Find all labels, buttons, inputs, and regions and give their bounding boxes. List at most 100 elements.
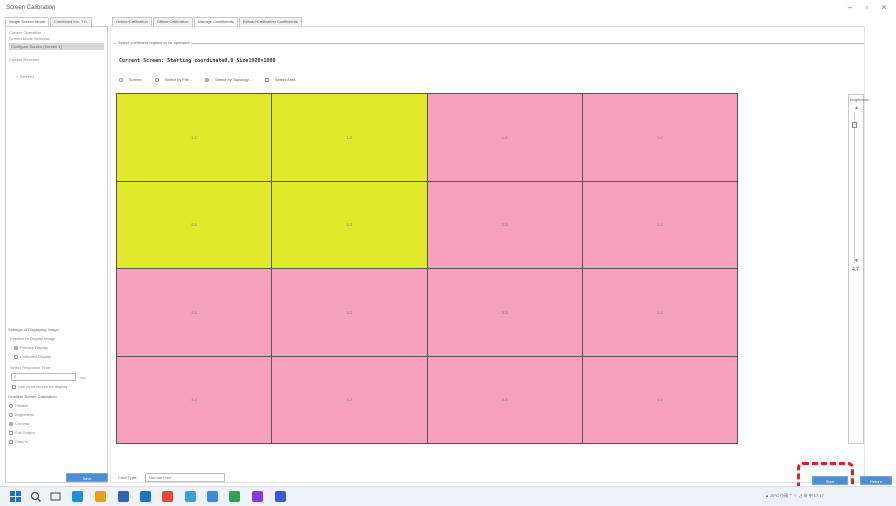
region-cell[interactable]: 1-3 <box>427 94 582 181</box>
delay-unit: ms <box>80 375 86 380</box>
region-cell[interactable]: 1-2 <box>272 94 427 181</box>
screen-mode-label: Screen Mode Selection <box>9 36 51 41</box>
left-tabs: Single Screen Mode Combined Inc. T.C. <box>5 17 93 26</box>
app3-icon[interactable] <box>252 491 263 502</box>
tab-offline-calibration[interactable]: Offline Calibration <box>152 17 193 26</box>
window-title: Screen Calibration <box>6 5 56 11</box>
region-cell[interactable]: 1-1 <box>117 94 272 181</box>
region-cell[interactable]: 2-4 <box>582 181 737 268</box>
use-input-option[interactable]: Use input source for display <box>12 384 67 389</box>
full-output-label: Full Output <box>15 430 35 435</box>
taskbar: ▲ 29°C 小雨 ⌃ ⚐ ⊿ ⊕ 中 17:17 <box>0 486 896 506</box>
chroma-radio[interactable] <box>9 421 13 426</box>
disable-option[interactable]: Disable <box>9 403 28 408</box>
screen-list-item[interactable]: Configure Screen (Screen 1) <box>9 43 104 50</box>
title-bar <box>0 0 896 16</box>
full-output-option[interactable]: Full Output <box>9 430 35 435</box>
settings-title: Settings of Displaying Image <box>8 327 59 332</box>
select-area-option[interactable]: Select Area <box>264 77 301 82</box>
tab-online-calibration[interactable]: Online Calibration <box>112 17 152 26</box>
data-in-checkbox[interactable] <box>9 439 13 444</box>
region-cell[interactable]: 3-2 <box>272 269 427 356</box>
region-cell[interactable]: 1-4 <box>582 94 737 181</box>
save-button[interactable]: Save <box>66 473 108 482</box>
region-cell[interactable]: 3-3 <box>427 269 582 356</box>
selection-options: Screen Select by File... Select by Topol… <box>119 77 307 82</box>
delay-input[interactable]: 0 <box>11 373 76 381</box>
screen-option[interactable]: Screen <box>119 77 148 82</box>
maximize-button[interactable]: ▫ <box>861 3 873 13</box>
tab-single-screen[interactable]: Single Screen Mode <box>5 17 50 26</box>
store-icon[interactable] <box>118 491 129 502</box>
screen-tree-item[interactable]: + Screen1 <box>16 74 34 79</box>
use-input-checkbox[interactable] <box>12 384 16 389</box>
slider-down-icon[interactable]: ▼ <box>854 258 859 264</box>
screen-section-label: Current Operation <box>9 30 42 35</box>
position-label: Position to Display Image: <box>10 336 57 341</box>
brightness-option[interactable]: Brightness <box>9 412 34 417</box>
region-cell[interactable]: 2-3 <box>427 181 582 268</box>
gradient-title: Gradient Border Calibration <box>8 394 57 399</box>
region-cell[interactable]: 4-1 <box>117 356 272 443</box>
extended-radio[interactable] <box>14 354 18 359</box>
use-input-label: Use input source for display <box>18 384 68 389</box>
group-label: Select coefficient regions to be operate… <box>116 40 192 45</box>
file-radio[interactable] <box>154 77 159 82</box>
edge-icon[interactable] <box>72 491 83 502</box>
mail-icon[interactable] <box>140 491 151 502</box>
conf-type-select[interactable]: Normal Conf <box>145 473 225 482</box>
chroma-option[interactable]: Chroma <box>9 421 29 426</box>
region-cell[interactable]: 2-2 <box>272 181 427 268</box>
search-icon[interactable] <box>30 491 41 502</box>
app2-icon[interactable] <box>229 491 240 502</box>
brightness-radio[interactable] <box>9 412 13 417</box>
region-cell[interactable]: 3-4 <box>582 269 737 356</box>
region-cell[interactable]: 2-1 <box>117 181 272 268</box>
file-option-label: Select by File... <box>164 77 193 82</box>
full-output-checkbox[interactable] <box>9 430 13 435</box>
region-cell[interactable]: 4-2 <box>272 356 427 443</box>
taskview-icon[interactable] <box>50 491 61 502</box>
right-panel: Brightness ▲ ▼ 4.7 <box>848 94 869 444</box>
slider-up-icon[interactable]: ▲ <box>854 105 859 111</box>
topology-option-label: Select by Topology... <box>215 77 252 82</box>
windows-icon[interactable] <box>10 491 21 502</box>
close-button[interactable]: × <box>878 3 890 13</box>
left-panel: Current Operation Screen Mode Selection … <box>5 26 108 483</box>
chroma-label: Chroma <box>15 421 30 426</box>
primary-radio[interactable] <box>14 345 18 350</box>
tab-reload-coefficients[interactable]: Reload Calibration Coefficients <box>238 17 302 26</box>
app-icon[interactable] <box>185 491 196 502</box>
file-option[interactable]: Select by File... <box>154 77 198 82</box>
bottom-bar: Save Conf Type: Normal Conf <box>5 473 865 483</box>
system-tray[interactable]: ▲ 29°C 小雨 ⌃ ⚐ ⊿ ⊕ 中 17:17 <box>765 493 824 499</box>
region-cell[interactable]: 4-4 <box>582 356 737 443</box>
region-cell[interactable]: 3-1 <box>117 269 272 356</box>
app4-icon[interactable] <box>275 491 286 502</box>
select-area-checkbox[interactable] <box>264 77 269 82</box>
minimize-button[interactable]: – <box>844 3 856 13</box>
data-in-option[interactable]: Data In <box>9 439 28 444</box>
files-icon[interactable] <box>95 491 106 502</box>
main-tabs: Online Calibration Offline Calibration M… <box>112 17 303 26</box>
topology-radio[interactable] <box>205 77 210 82</box>
return-button[interactable]: Return <box>860 476 892 485</box>
tab-manage-coefficients[interactable]: Manage Coefficients <box>193 17 238 26</box>
disable-label: Disable <box>15 403 29 408</box>
receiver-label: Current Receiver <box>9 57 40 62</box>
brightness-slider[interactable] <box>854 113 858 263</box>
chrome-icon[interactable] <box>162 491 173 502</box>
extended-display-label: Extended Display <box>20 354 52 359</box>
topology-option[interactable]: Select by Topology... <box>205 77 258 82</box>
disable-radio[interactable] <box>9 403 13 408</box>
tab-combined[interactable]: Combined Inc. T.C. <box>50 17 92 26</box>
extended-display-option[interactable]: Extended Display <box>14 354 51 359</box>
slider-thumb[interactable] <box>852 122 857 128</box>
screen-radio[interactable] <box>119 77 123 82</box>
right-panel-title: Brightness <box>850 97 869 102</box>
settings-icon[interactable] <box>207 491 218 502</box>
screen-option-label: Screen <box>129 77 142 82</box>
brightness-label: Brightness <box>15 412 34 417</box>
primary-display-option[interactable]: Primary Display <box>14 345 48 350</box>
region-cell[interactable]: 4-3 <box>427 356 582 443</box>
